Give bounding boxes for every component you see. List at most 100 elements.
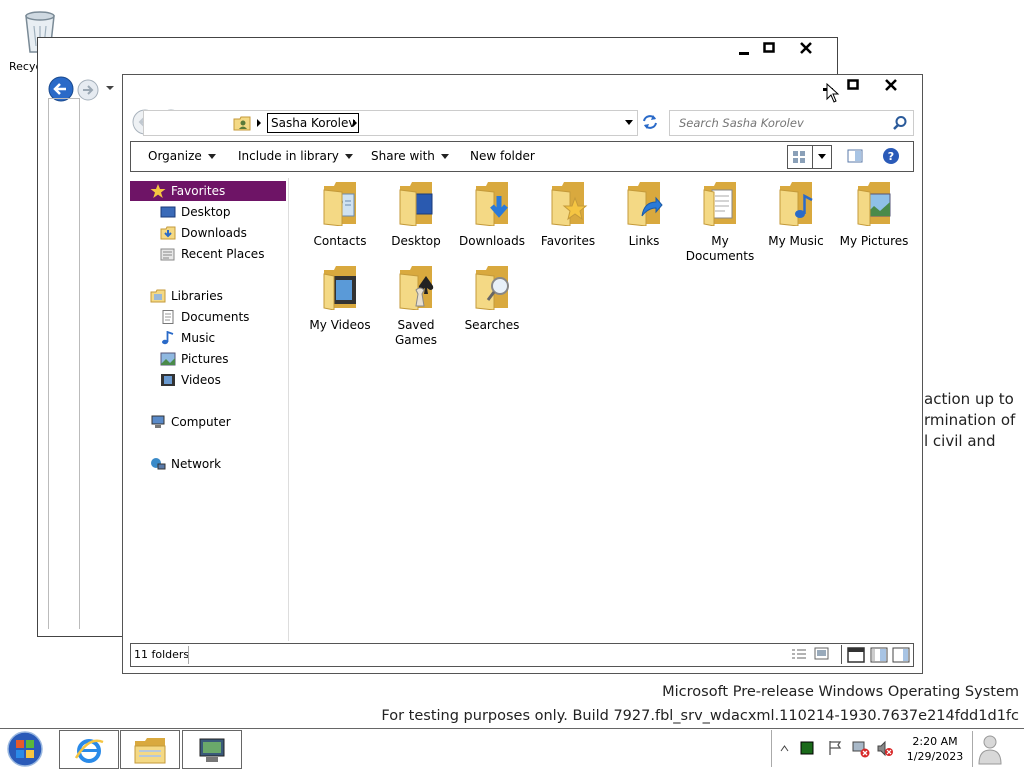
address-dropdown-icon[interactable] bbox=[624, 119, 634, 127]
folder-label-line-2: Games bbox=[395, 333, 437, 347]
status-bar: 11 folders bbox=[130, 643, 914, 667]
folder-label: My Pictures bbox=[839, 234, 909, 248]
preview-pane-button[interactable] bbox=[847, 148, 863, 167]
mouse-cursor-icon bbox=[826, 83, 840, 103]
search-input[interactable] bbox=[677, 114, 881, 132]
pictures-icon bbox=[160, 352, 176, 366]
nav-item-libraries[interactable]: Libraries bbox=[150, 286, 223, 306]
breadcrumb-chevron-icon[interactable] bbox=[351, 118, 359, 128]
network-disconnected-icon[interactable] bbox=[852, 740, 870, 758]
details-view-icon[interactable] bbox=[791, 647, 807, 661]
nav-label-documents: Documents bbox=[181, 310, 250, 324]
windows-start-icon bbox=[7, 731, 43, 767]
taskbar-server-manager[interactable] bbox=[182, 730, 242, 769]
action-center-flag-icon[interactable] bbox=[827, 740, 843, 756]
taskbar-internet-explorer[interactable] bbox=[59, 730, 119, 769]
folder-searches[interactable]: Searches bbox=[454, 264, 530, 333]
search-icon[interactable] bbox=[892, 115, 908, 131]
folder-saved-games[interactable]: Saved Games bbox=[378, 264, 454, 348]
documents-folder-icon bbox=[703, 182, 736, 227]
show-hidden-icons-chevron-icon[interactable] bbox=[780, 744, 789, 752]
searches-folder-icon bbox=[475, 266, 509, 311]
nav-item-videos[interactable]: Videos bbox=[160, 370, 221, 390]
share-with-label: Share with bbox=[371, 149, 435, 163]
breadcrumb-current[interactable]: Sasha Korolev bbox=[267, 113, 360, 133]
user-account-icon bbox=[978, 735, 1002, 765]
links-folder-icon bbox=[627, 182, 663, 227]
folder-my-videos[interactable]: My Videos bbox=[302, 264, 378, 333]
new-folder-button[interactable]: New folder bbox=[470, 149, 535, 163]
large-icons-view-icon[interactable] bbox=[814, 647, 830, 661]
background-text-line-2: rmination of bbox=[924, 411, 1016, 429]
organize-menu-button[interactable]: Organize bbox=[148, 149, 216, 163]
documents-icon bbox=[162, 310, 174, 324]
include-in-library-label: Include in library bbox=[238, 149, 339, 163]
film-strip-icon bbox=[161, 374, 175, 386]
folder-links[interactable]: Links bbox=[606, 180, 682, 249]
contacts-folder-icon bbox=[323, 182, 356, 227]
refresh-button[interactable] bbox=[640, 112, 660, 135]
user-folder-icon bbox=[233, 116, 251, 131]
watermark-line-2: For testing purposes only. Build 7927.fb… bbox=[381, 708, 1019, 724]
maximize-button[interactable] bbox=[759, 40, 779, 56]
maximize-button[interactable] bbox=[843, 77, 863, 93]
close-button[interactable] bbox=[881, 77, 901, 93]
folder-label-line-2: Documents bbox=[685, 249, 755, 263]
nav-item-favorites[interactable]: Favorites bbox=[130, 181, 286, 201]
recent-pages-dropdown[interactable] bbox=[105, 82, 115, 96]
nav-item-pictures[interactable]: Pictures bbox=[160, 349, 229, 369]
item-count: 11 folders bbox=[134, 648, 190, 661]
nav-label-music: Music bbox=[181, 331, 216, 345]
background-nav-pane bbox=[48, 98, 80, 629]
show-desktop-user-button[interactable] bbox=[976, 733, 1004, 768]
layout-nav-pane-icon[interactable] bbox=[892, 647, 910, 663]
address-bar[interactable]: Sasha Korolev bbox=[143, 110, 638, 136]
folder-label: Searches bbox=[464, 318, 520, 332]
close-button[interactable] bbox=[796, 40, 816, 56]
layout-details-pane-icon[interactable] bbox=[847, 647, 865, 663]
nav-item-documents[interactable]: Documents bbox=[160, 307, 249, 327]
folder-contacts[interactable]: Contacts bbox=[302, 180, 378, 249]
nav-label-network: Network bbox=[171, 457, 222, 471]
share-with-button[interactable]: Share with bbox=[371, 149, 449, 163]
taskbar: 2:20 AM 1/29/2023 bbox=[0, 728, 1024, 769]
change-view-button[interactable] bbox=[787, 145, 832, 169]
layout-buttons bbox=[841, 645, 913, 664]
performance-monitor-icon[interactable] bbox=[800, 741, 814, 755]
organize-label: Organize bbox=[148, 149, 202, 163]
taskbar-windows-explorer[interactable] bbox=[120, 730, 180, 769]
maximize-icon bbox=[763, 42, 775, 53]
folder-label: Downloads bbox=[459, 234, 525, 248]
nav-item-computer[interactable]: Computer bbox=[150, 412, 231, 432]
folder-favorites[interactable]: Favorites bbox=[530, 180, 606, 249]
search-box[interactable] bbox=[669, 110, 914, 136]
volume-muted-icon[interactable] bbox=[876, 740, 894, 758]
folder-my-documents[interactable]: My Documents bbox=[682, 180, 758, 264]
help-button[interactable]: ? bbox=[882, 147, 900, 168]
folder-desktop[interactable]: Desktop bbox=[378, 180, 454, 249]
folder-label-line-1: Saved bbox=[397, 318, 435, 332]
folder-label: Favorites bbox=[540, 234, 596, 248]
pictures-folder-icon bbox=[857, 182, 891, 227]
layout-preview-pane-icon[interactable] bbox=[870, 647, 888, 663]
include-in-library-button[interactable]: Include in library bbox=[238, 149, 353, 163]
view-icon bbox=[793, 151, 805, 163]
minimize-button[interactable] bbox=[734, 41, 754, 57]
dropdown-arrow-icon bbox=[106, 86, 114, 90]
nav-item-downloads[interactable]: Downloads bbox=[160, 223, 247, 243]
folder-my-pictures[interactable]: My Pictures bbox=[834, 180, 914, 249]
nav-item-network[interactable]: Network bbox=[150, 454, 221, 474]
network-icon bbox=[151, 458, 166, 470]
nav-item-music[interactable]: Music bbox=[160, 328, 215, 348]
nav-label-recent-places: Recent Places bbox=[181, 247, 265, 261]
nav-item-recent-places[interactable]: Recent Places bbox=[160, 244, 264, 264]
folder-my-music[interactable]: My Music bbox=[758, 180, 834, 249]
nav-item-desktop[interactable]: Desktop bbox=[160, 202, 231, 222]
folder-downloads[interactable]: Downloads bbox=[454, 180, 530, 249]
star-icon bbox=[150, 184, 166, 198]
folder-label: My Videos bbox=[309, 318, 371, 332]
computer-icon bbox=[151, 415, 165, 428]
nav-label-favorites: Favorites bbox=[171, 184, 226, 198]
system-clock[interactable]: 2:20 AM 1/29/2023 bbox=[905, 734, 965, 764]
start-button[interactable] bbox=[5, 731, 45, 770]
